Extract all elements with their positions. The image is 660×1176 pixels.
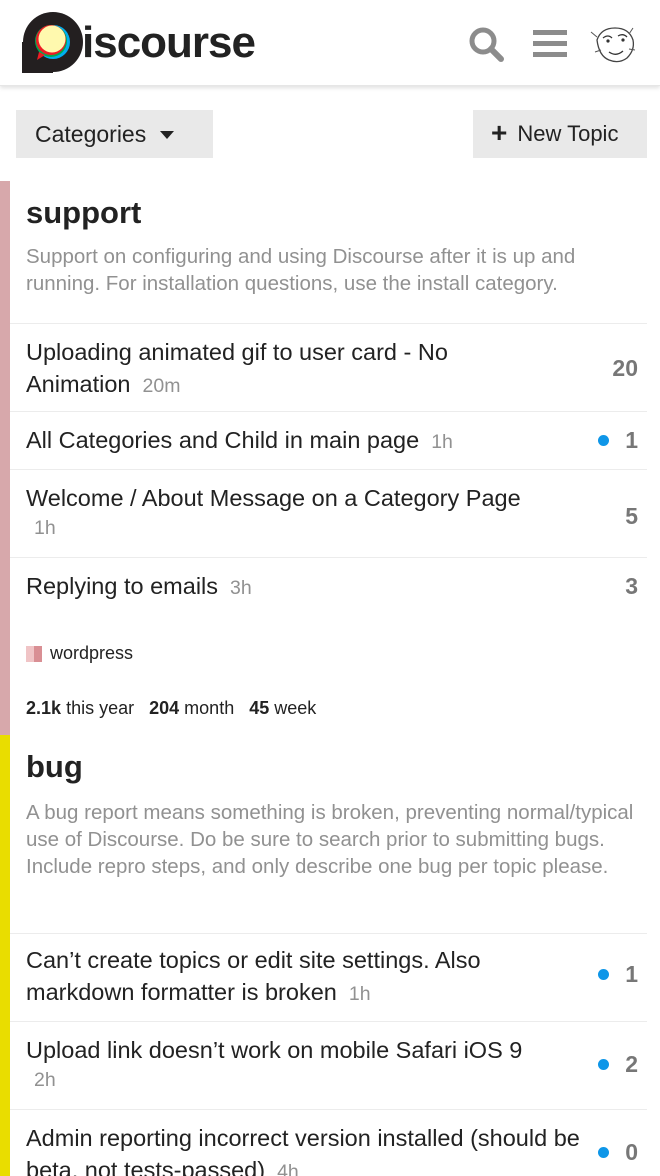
user-avatar[interactable] bbox=[588, 20, 640, 68]
category-support: support Support on configuring and using… bbox=[0, 181, 660, 735]
category-title[interactable]: bug bbox=[26, 749, 83, 785]
topic-row[interactable]: Welcome / About Message on a Category Pa… bbox=[10, 469, 647, 557]
topic-row[interactable]: Replying to emails 3h 3 bbox=[10, 557, 647, 615]
unread-indicator-icon bbox=[598, 1147, 609, 1158]
category-color-bar bbox=[0, 735, 10, 1176]
new-topic-button[interactable]: + New Topic bbox=[473, 110, 647, 158]
unread-indicator-icon bbox=[598, 969, 609, 980]
caret-down-icon bbox=[160, 131, 175, 139]
topic-age: 20m bbox=[142, 375, 181, 397]
discourse-logo[interactable]: iscourse bbox=[22, 11, 256, 73]
topic-age: 2h bbox=[34, 1069, 56, 1091]
category-description: A bug report means something is broken, … bbox=[26, 801, 634, 878]
topic-count[interactable]: 2 bbox=[625, 1051, 638, 1078]
unread-indicator-icon bbox=[598, 435, 609, 446]
topic-row[interactable]: Can’t create topics or edit site setting… bbox=[10, 933, 647, 1021]
category-description: Support on configuring and using Discour… bbox=[26, 245, 576, 295]
search-icon[interactable] bbox=[466, 22, 506, 66]
category-bug: bug A bug report means something is brok… bbox=[0, 735, 660, 1176]
topic-count[interactable]: 1 bbox=[625, 961, 638, 988]
topic-title[interactable]: All Categories and Child in main page 1h bbox=[26, 424, 581, 458]
topic-count[interactable]: 3 bbox=[625, 573, 638, 600]
topic-row[interactable]: Upload link doesn’t work on mobile Safar… bbox=[10, 1021, 647, 1109]
unread-indicator-icon bbox=[598, 1059, 609, 1070]
subcategory-color-swatch bbox=[26, 645, 42, 662]
topic-count[interactable]: 5 bbox=[625, 503, 638, 530]
category-stats: 2.1k this year 204 month 45 week bbox=[26, 698, 317, 718]
topic-row[interactable]: Uploading animated gif to user card - No… bbox=[10, 323, 647, 411]
topic-row[interactable]: Admin reporting incorrect version instal… bbox=[10, 1109, 647, 1176]
category-title[interactable]: support bbox=[26, 195, 141, 231]
subcategory-name: wordpress bbox=[50, 643, 134, 663]
topic-title[interactable]: Admin reporting incorrect version instal… bbox=[26, 1122, 581, 1176]
logo-text: iscourse bbox=[82, 18, 256, 67]
topic-age: 3h bbox=[230, 577, 252, 599]
topic-age: 1h bbox=[34, 517, 56, 539]
topic-title[interactable]: Replying to emails 3h bbox=[26, 570, 581, 604]
topic-title[interactable]: Welcome / About Message on a Category Pa… bbox=[26, 482, 581, 542]
topic-count[interactable]: 20 bbox=[612, 355, 638, 382]
topic-title[interactable]: Uploading animated gif to user card - No… bbox=[26, 336, 581, 402]
site-header: iscourse bbox=[0, 0, 660, 86]
topic-age: 1h bbox=[431, 431, 453, 453]
categories-dropdown-label: Categories bbox=[35, 120, 147, 147]
topic-age: 1h bbox=[348, 983, 371, 1005]
discourse-logo-icon bbox=[22, 12, 83, 73]
topic-count[interactable]: 0 bbox=[625, 1139, 638, 1166]
topic-count[interactable]: 1 bbox=[625, 427, 638, 454]
topic-row[interactable]: All Categories and Child in main page 1h … bbox=[10, 411, 647, 469]
plus-icon: + bbox=[491, 116, 508, 148]
topic-title[interactable]: Upload link doesn’t work on mobile Safar… bbox=[26, 1034, 581, 1094]
subcategory-link[interactable]: wordpress bbox=[26, 643, 133, 664]
hamburger-menu-icon[interactable] bbox=[530, 22, 570, 66]
topic-age: 4h bbox=[277, 1161, 299, 1176]
topic-title[interactable]: Can’t create topics or edit site setting… bbox=[26, 944, 581, 1010]
new-topic-label: New Topic bbox=[517, 121, 619, 146]
categories-dropdown[interactable]: Categories bbox=[16, 110, 213, 158]
category-color-bar bbox=[0, 181, 10, 735]
